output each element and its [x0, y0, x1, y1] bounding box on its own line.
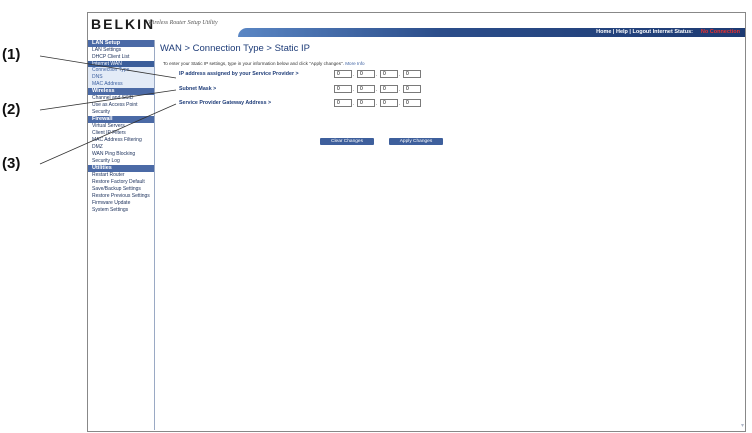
tagline: Wireless Router Setup Utility	[148, 20, 218, 26]
sidebar-item-connection-type[interactable]: Connection Type	[88, 67, 154, 74]
top-nav-bar: Home | Help | Logout Internet Status: No…	[238, 28, 745, 37]
subnet-mask-label: Subnet Mask >	[179, 86, 217, 92]
sidebar: LAN Setup LAN Settings DHCP Client List …	[88, 40, 155, 430]
subnet-octet-3[interactable]	[380, 85, 398, 93]
sidebar-item-security[interactable]: Security	[88, 109, 154, 116]
sidebar-item-firmware-update[interactable]: Firmware Update	[88, 200, 154, 207]
octet-separator: .	[399, 72, 401, 78]
sidebar-item-restart-router[interactable]: Restart Router	[88, 172, 154, 179]
subnet-octet-1[interactable]	[334, 85, 352, 93]
page-title: WAN > Connection Type > Static IP	[160, 43, 310, 54]
sidebar-item-save-backup[interactable]: Save/Backup Settings	[88, 186, 154, 193]
apply-changes-button[interactable]: Apply Changes	[389, 138, 443, 145]
sidebar-item-virtual-servers[interactable]: Virtual Servers	[88, 123, 154, 130]
octet-separator: .	[399, 101, 401, 107]
subnet-octet-4[interactable]	[403, 85, 421, 93]
sidebar-item-mac-filtering[interactable]: MAC Address Filtering	[88, 137, 154, 144]
instructions-text: To enter your Static IP settings, type i…	[163, 61, 365, 66]
sidebar-item-system-settings[interactable]: System Settings	[88, 207, 154, 214]
ip-octet-3[interactable]	[380, 70, 398, 78]
router-admin-window: BELKIN Wireless Router Setup Utility Hom…	[87, 12, 746, 432]
sidebar-item-dmz[interactable]: DMZ	[88, 144, 154, 151]
top-nav-links[interactable]: Home | Help | Logout Internet Status:	[596, 29, 693, 35]
sidebar-section-firewall: Firewall	[88, 116, 154, 123]
sidebar-section-utilities: Utilities	[88, 165, 154, 172]
callout-2: (2)	[2, 101, 21, 118]
internet-status-value: No Connection	[700, 29, 740, 35]
sidebar-section-wireless: Wireless	[88, 88, 154, 95]
sidebar-item-wan-ping-blocking[interactable]: WAN Ping Blocking	[88, 151, 154, 158]
octet-separator: .	[376, 87, 378, 93]
gateway-octet-1[interactable]	[334, 99, 352, 107]
more-info-link[interactable]: More Info	[345, 61, 364, 66]
gateway-octet-2[interactable]	[357, 99, 375, 107]
sidebar-item-dhcp-client-list[interactable]: DHCP Client List	[88, 54, 154, 61]
octet-separator: .	[399, 87, 401, 93]
belkin-logo: BELKIN	[91, 16, 156, 32]
gateway-octet-3[interactable]	[380, 99, 398, 107]
sidebar-item-client-ip-filters[interactable]: Client IP Filters	[88, 130, 154, 137]
callout-1: (1)	[2, 46, 21, 63]
subnet-octet-2[interactable]	[357, 85, 375, 93]
callout-3: (3)	[2, 155, 21, 172]
sidebar-item-access-point[interactable]: Use as Access Point	[88, 102, 154, 109]
sidebar-item-security-log[interactable]: Security Log	[88, 158, 154, 165]
octet-separator: .	[353, 101, 355, 107]
ip-octet-2[interactable]	[357, 70, 375, 78]
gateway-octet-4[interactable]	[403, 99, 421, 107]
sidebar-item-restore-default[interactable]: Restore Factory Default	[88, 179, 154, 186]
gateway-label: Service Provider Gateway Address >	[179, 100, 272, 106]
instructions-body: To enter your Static IP settings, type i…	[163, 61, 344, 66]
sidebar-item-dns[interactable]: DNS	[88, 74, 154, 81]
ip-octet-1[interactable]	[334, 70, 352, 78]
octet-separator: .	[376, 72, 378, 78]
octet-separator: .	[353, 72, 355, 78]
sidebar-item-mac-address[interactable]: MAC Address	[88, 81, 154, 88]
octet-separator: .	[353, 87, 355, 93]
octet-separator: .	[376, 101, 378, 107]
ip-address-label: IP address assigned by your Service Prov…	[179, 71, 299, 77]
sidebar-item-lan-settings[interactable]: LAN Settings	[88, 47, 154, 54]
sidebar-item-channel-ssid[interactable]: Channel and SSID	[88, 95, 154, 102]
sidebar-section-lan-setup: LAN Setup	[88, 40, 154, 47]
sidebar-item-restore-previous[interactable]: Restore Previous Settings	[88, 193, 154, 200]
scroll-down-arrow-icon[interactable]: ▾	[741, 422, 744, 429]
clear-changes-button[interactable]: Clear Changes	[320, 138, 374, 145]
ip-octet-4[interactable]	[403, 70, 421, 78]
